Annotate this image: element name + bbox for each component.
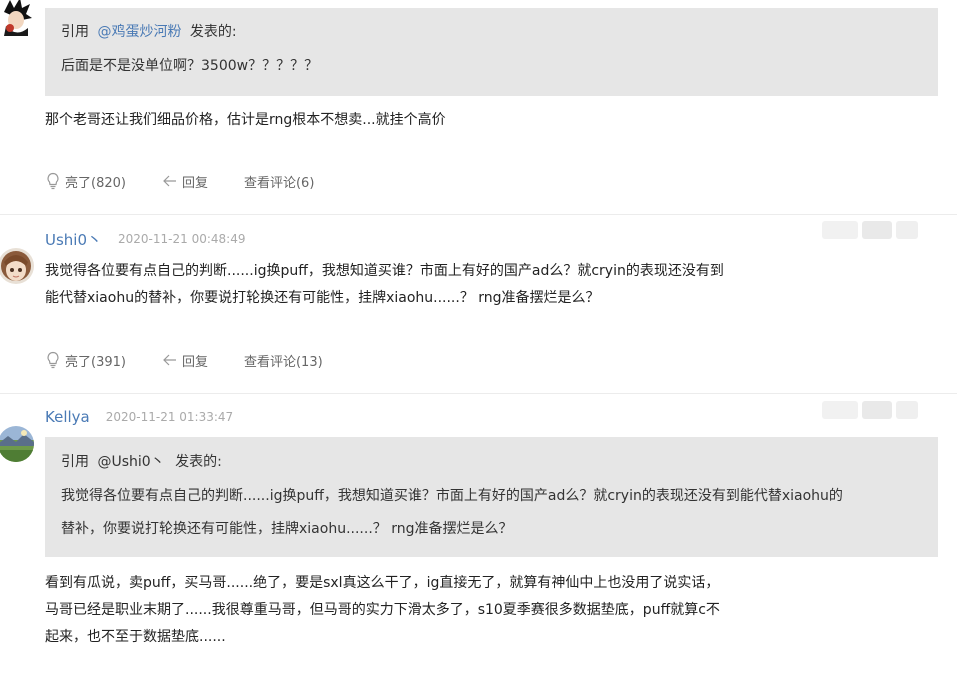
reply-button[interactable]: 回复 — [162, 351, 208, 370]
post-date: 2020-11-21 00:48:49 — [118, 232, 246, 246]
view-comments-button[interactable]: 查看评论(13) — [244, 351, 323, 370]
post-body: 我觉得各位要有点自己的判断......ig换puff，我想知道买谁？市面上有好的… — [45, 258, 724, 312]
quote-suffix: 发表的: — [189, 24, 237, 40]
post-header: Kellya 2020-11-21 01:33:47 — [45, 407, 233, 427]
post-body-line: 能代替xiaohu的替补，你要说打轮换还有可能性，挂牌xiaohu......？… — [45, 290, 600, 306]
quote-header: 引用 @鸡蛋炒河粉 发表的: — [61, 21, 237, 41]
view-comments-button[interactable]: 查看评论(6) — [244, 172, 314, 191]
blurred-header-icons — [822, 401, 922, 423]
lightbulb-icon — [47, 172, 59, 190]
post-body: 看到有瓜说，卖puff，买马哥......绝了，要是sxl真这么干了，ig直接无… — [45, 570, 720, 651]
reply-arrow-icon — [163, 175, 176, 187]
post-divider — [0, 214, 957, 215]
quote-user-link[interactable]: @Ushi0丶 — [97, 454, 164, 470]
reply-label: 回复 — [181, 175, 208, 191]
quote-text-line: 替补，你要说打轮换还有可能性，挂牌xiaohu......？ rng准备摆烂是么… — [61, 521, 513, 537]
view-comments-label: 查看评论(6) — [243, 175, 315, 191]
quote-user-link[interactable]: @鸡蛋炒河粉 — [97, 24, 181, 40]
like-button[interactable]: 亮了(391) — [45, 351, 126, 370]
quote-suffix: 发表的: — [175, 454, 222, 470]
avatar[interactable] — [0, 426, 34, 462]
post-body-line: 马哥已经是职业末期了......我很尊重马哥，但马哥的实力下滑太多了，s10夏季… — [45, 602, 720, 618]
username[interactable]: Kellya — [45, 408, 90, 426]
quote-text: 我觉得各位要有点自己的判断......ig换puff，我想知道买谁？市面上有好的… — [61, 480, 918, 546]
quote-box: 引用 @Ushi0丶 发表的: 我觉得各位要有点自己的判断......ig换pu… — [45, 437, 938, 557]
post-body-line: 我觉得各位要有点自己的判断......ig换puff，我想知道买谁？市面上有好的… — [45, 263, 724, 279]
post-body-line: 起来，也不至于数据垫底...... — [45, 629, 226, 645]
post-actions: 亮了(820) 回复 查看评论(6) — [45, 171, 350, 191]
quote-header: 引用 @Ushi0丶 发表的: — [61, 451, 222, 471]
username[interactable]: Ushi0丶 — [45, 229, 102, 250]
quote-text-line: 我觉得各位要有点自己的判断......ig换puff，我想知道买谁？市面上有好的… — [61, 488, 843, 504]
post-divider — [0, 393, 957, 394]
reply-label: 回复 — [181, 354, 208, 370]
lightbulb-icon — [47, 351, 59, 369]
view-comments-label: 查看评论(13) — [243, 354, 323, 370]
blurred-header-icons — [822, 221, 922, 243]
avatar[interactable] — [0, 0, 34, 36]
reply-button[interactable]: 回复 — [162, 172, 208, 191]
quote-box: 引用 @鸡蛋炒河粉 发表的: 后面是不是没单位啊？3500w？？？？？ — [45, 8, 938, 96]
post-date: 2020-11-21 01:33:47 — [105, 410, 234, 424]
quote-prefix: 引用 — [61, 24, 89, 40]
like-button[interactable]: 亮了(820) — [45, 172, 126, 191]
post-header: Ushi0丶 2020-11-21 00:48:49 — [45, 229, 245, 249]
avatar[interactable] — [0, 248, 34, 284]
like-count: 亮了(391) — [65, 354, 126, 370]
post-actions: 亮了(391) 回复 查看评论(13) — [45, 350, 359, 370]
post-body: 那个老哥还让我们细品价格，估计是rng根本不想卖...就挂个高价 — [45, 112, 446, 128]
reply-arrow-icon — [163, 354, 176, 366]
quote-prefix: 引用 — [61, 454, 89, 470]
quote-text: 后面是不是没单位啊？3500w？？？？？ — [61, 58, 319, 74]
post-body-line: 看到有瓜说，卖puff，买马哥......绝了，要是sxl真这么干了，ig直接无… — [45, 575, 720, 591]
like-count: 亮了(820) — [65, 175, 126, 191]
